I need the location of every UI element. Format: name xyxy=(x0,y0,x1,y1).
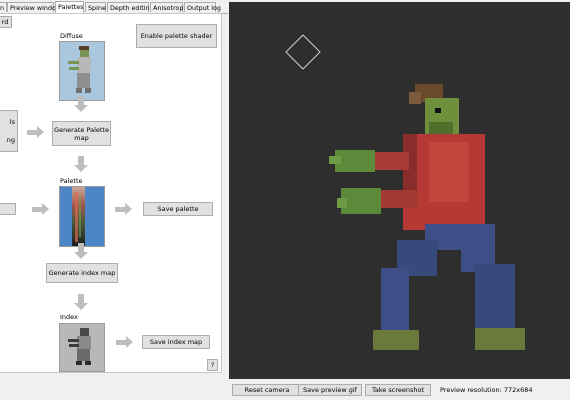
partial-left-small-button[interactable] xyxy=(0,203,16,215)
diffuse-thumbnail xyxy=(59,41,105,101)
reset-camera-button[interactable]: Reset camera xyxy=(232,384,302,396)
index-thumbnail xyxy=(59,323,105,372)
save-index-map-button[interactable]: Save index map xyxy=(142,335,210,349)
preview-resolution-text: Preview resolution: 772x684 xyxy=(440,386,533,394)
arrow-down-icon xyxy=(74,294,88,310)
generate-palette-map-button[interactable]: Generate Palette map xyxy=(52,121,111,146)
tab-label: Depth editing xyxy=(110,4,154,12)
tab-label: Output log xyxy=(187,4,221,12)
take-screenshot-button[interactable]: Take screenshot xyxy=(365,384,431,396)
zombie-index-icon xyxy=(68,328,91,365)
button-label: Save index map xyxy=(149,338,203,346)
arrow-right-icon xyxy=(32,203,49,215)
tab-spine[interactable]: Spine xyxy=(85,2,106,12)
tab-label: Anisotropy xyxy=(153,4,188,12)
tab-partial-left[interactable]: n xyxy=(0,2,7,12)
preview-canvas xyxy=(285,34,525,350)
button-label: Take screenshot xyxy=(371,386,425,394)
tab-anisotropy[interactable]: Anisotropy xyxy=(150,2,187,12)
arrow-down-icon xyxy=(74,156,88,172)
button-label: rd xyxy=(1,18,9,26)
tab-preview-window[interactable]: Preview window xyxy=(7,2,61,12)
button-label: ls xyxy=(9,118,15,126)
diffuse-label: Diffuse xyxy=(60,32,83,40)
button-label: Save preview gif xyxy=(303,386,357,394)
partial-left-button[interactable]: ls ng xyxy=(0,110,18,152)
button-label: Reset camera xyxy=(244,386,290,394)
tab-output-log[interactable]: Output log xyxy=(184,2,221,12)
arrow-right-icon xyxy=(116,336,133,348)
tab-label: Spine xyxy=(88,4,106,12)
tab-label: Preview window xyxy=(10,4,62,12)
button-label: Generate index map xyxy=(48,269,116,277)
tab-palettes[interactable]: Palettes xyxy=(55,1,84,13)
index-label: Index xyxy=(60,313,78,321)
save-preview-gif-button[interactable]: Save preview gif xyxy=(298,384,362,396)
palettes-panel: rd Diffuse Enable palette shader ls ng G… xyxy=(0,13,222,373)
enable-palette-shader-button[interactable]: Enable palette shader xyxy=(136,24,217,48)
button-label: Enable palette shader xyxy=(140,32,213,40)
zombie-sprite xyxy=(329,84,525,350)
generate-index-map-button[interactable]: Generate index map xyxy=(46,263,118,283)
tab-label: n xyxy=(0,4,5,12)
button-label: Generate Palette map xyxy=(54,125,109,142)
palette-label: Palette xyxy=(60,177,83,185)
save-palette-button[interactable]: Save palette xyxy=(143,202,213,216)
arrow-down-icon xyxy=(74,243,88,259)
palette-strip-icon xyxy=(72,187,85,246)
arrow-down-icon xyxy=(74,96,88,112)
palette-thumbnail xyxy=(59,186,105,247)
arrow-right-icon xyxy=(27,126,44,138)
button-label: Save palette xyxy=(157,205,199,213)
help-button[interactable]: ? xyxy=(207,359,218,371)
zombie-thumbnail-icon xyxy=(68,46,91,93)
button-label: ? xyxy=(210,361,215,369)
arrow-right-icon xyxy=(115,203,132,215)
button-label: ng xyxy=(6,136,15,144)
tab-depth-editing[interactable]: Depth editing xyxy=(107,2,154,12)
partial-top-button[interactable]: rd xyxy=(0,16,12,28)
bottom-toolbar: Reset camera Save preview gif Take scree… xyxy=(0,380,570,400)
preview-viewport[interactable] xyxy=(229,2,570,379)
tab-label: Palettes xyxy=(58,3,84,11)
diamond-gizmo-icon[interactable] xyxy=(285,34,321,70)
